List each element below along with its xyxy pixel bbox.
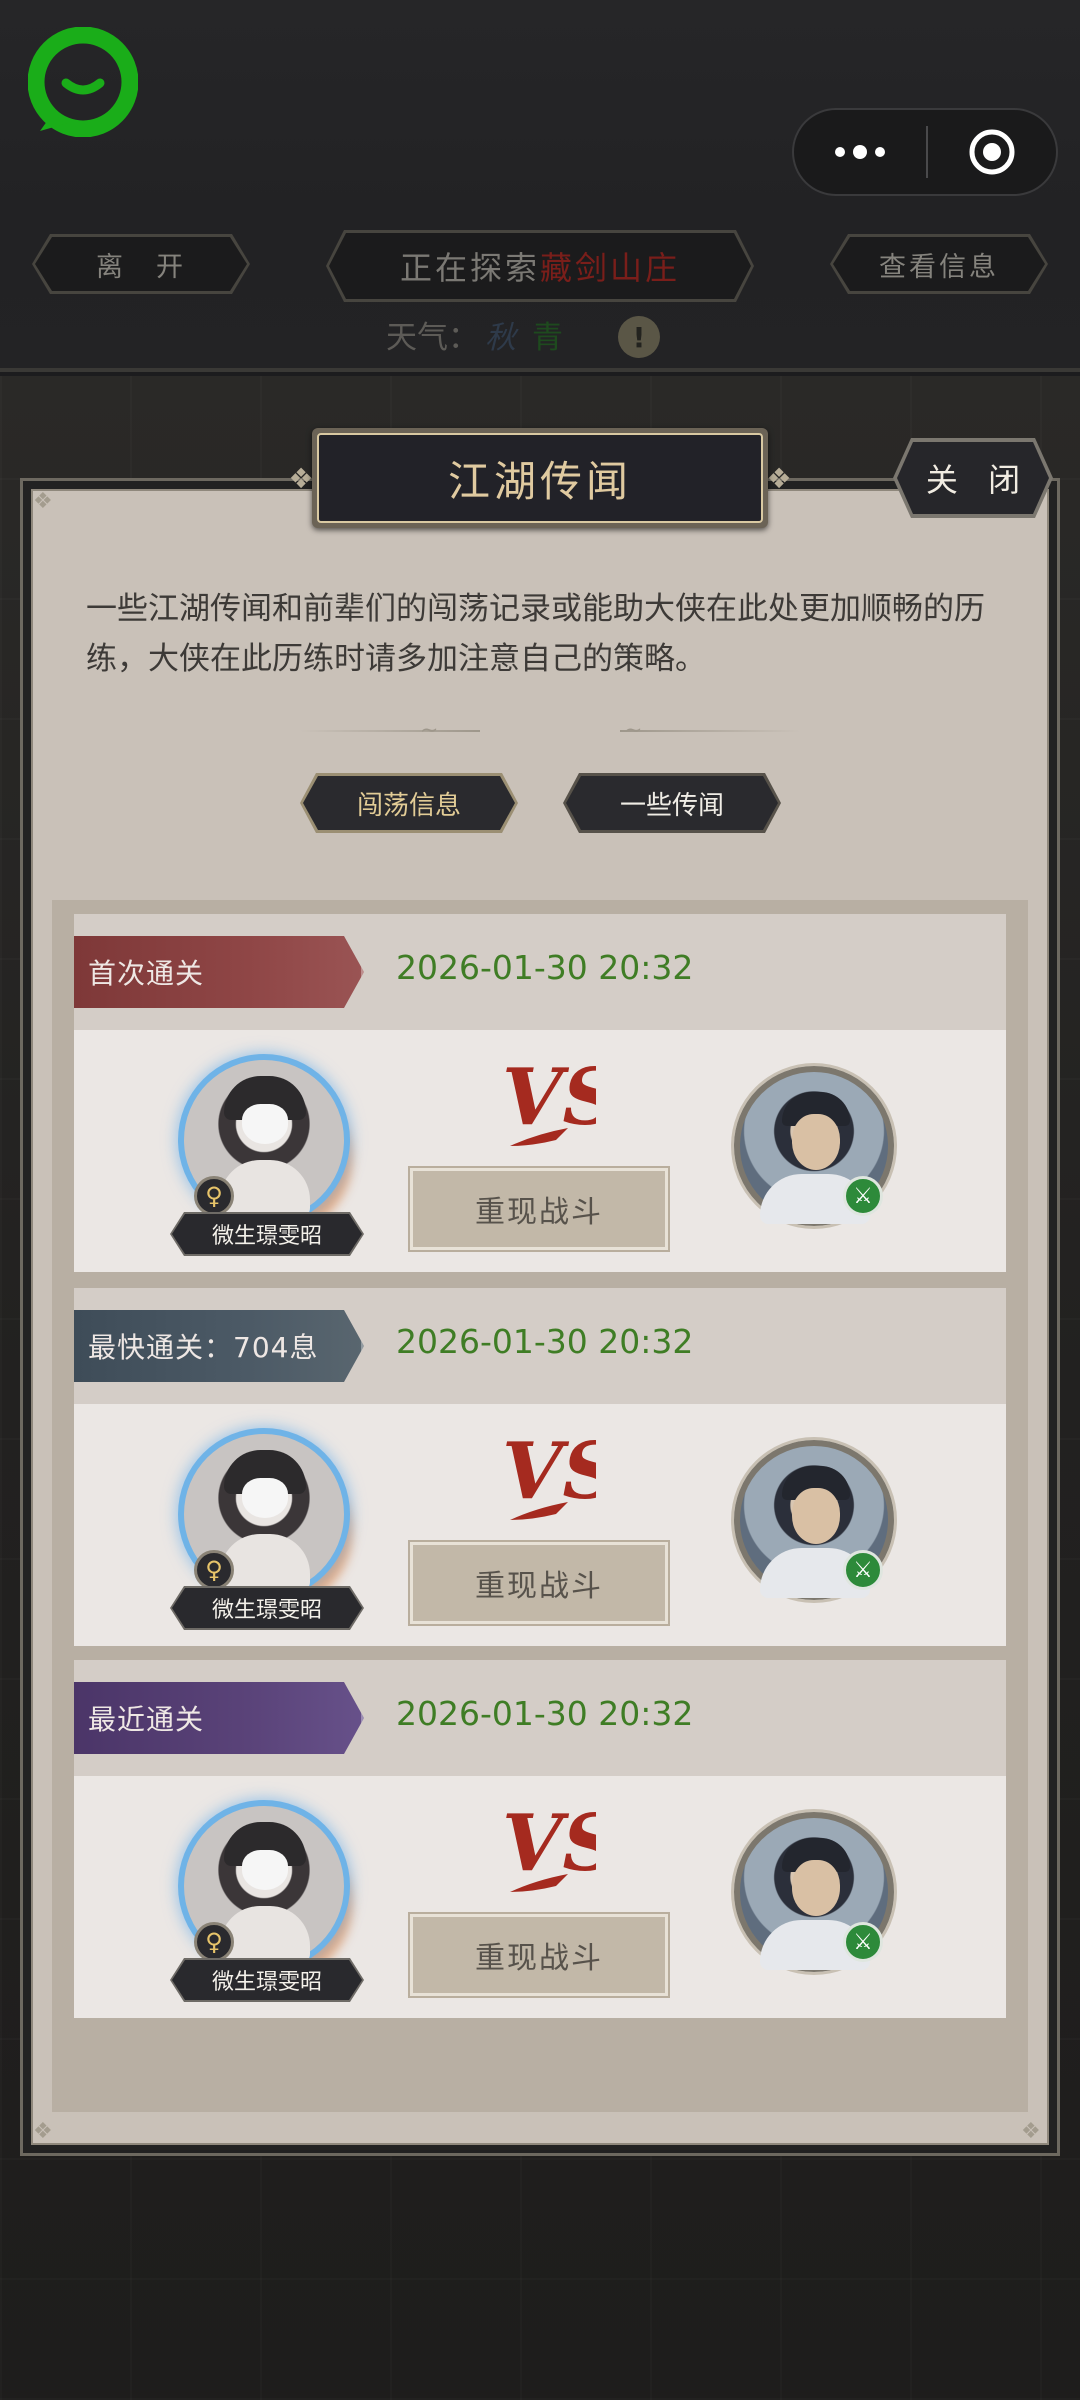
weather-value-secondary: 青 [532,320,563,356]
more-dot-icon [853,145,867,159]
weather-indicator: 天气： 秋 青 [386,312,563,357]
corner-ornament-icon: ❖ [33,2119,53,2144]
close-button-label: 关 闭 [897,442,1049,514]
vs-icon: VS [502,1426,596,1520]
player-nameplate: 微生璟雯昭 [170,1586,364,1630]
top-bar: 离 开 正在探索 藏剑山庄 查看信息 天气： 秋 青 ! [0,0,1080,372]
female-icon: ♀ [194,1176,234,1216]
title-ornament-icon: ❖ [766,462,792,495]
player-nameplate: 微生璟雯昭 [170,1958,364,2002]
record-first-clear: 首次通关 2026-01-30 20:32 ♀ 微生璟雯昭 VS 重现战斗 ⚔ [74,914,1006,1272]
close-miniprogram-button[interactable] [928,110,1056,194]
player-name: 微生璟雯昭 [172,1960,362,2000]
divider-left [300,730,480,732]
record-header: 最快通关：704息 2026-01-30 20:32 [74,1288,1006,1404]
record-body: ♀ 微生璟雯昭 VS 重现战斗 ⚔ [74,1030,1006,1272]
replay-battle-button[interactable]: 重现战斗 [408,1166,670,1252]
more-dot-icon [835,147,845,157]
record-badge: 最近通关 [74,1682,364,1754]
record-header: 最近通关 2026-01-30 20:32 [74,1660,1006,1776]
weather-value: 秋 [485,320,520,356]
miniprogram-capsule [792,108,1058,196]
warning-icon[interactable]: ! [618,316,660,358]
tab-adventure-info-label: 闯荡信息 [303,776,515,830]
player-name: 微生璟雯昭 [172,1588,362,1628]
player-nameplate: 微生璟雯昭 [170,1212,364,1256]
record-body: ♀ 微生璟雯昭 VS 重现战斗 ⚔ [74,1404,1006,1646]
leave-button[interactable]: 离 开 [32,234,250,294]
record-fastest-clear: 最快通关：704息 2026-01-30 20:32 ♀ 微生璟雯昭 VS 重现… [74,1288,1006,1646]
mask-icon [242,1850,288,1890]
dialog-description: 一些江湖传闻和前辈们的闯荡记录或能助大侠在此处更加顺畅的历练，大侠在此历练时请多… [86,591,985,677]
record-date: 2026-01-30 20:32 [396,948,694,987]
sword-icon: ⚔ [843,1176,883,1216]
weather-label: 天气： [386,320,479,356]
mask-icon [242,1478,288,1518]
tab-rumors-label: 一些传闻 [566,776,778,830]
vs-icon: VS [502,1798,596,1892]
record-header: 首次通关 2026-01-30 20:32 [74,914,1006,1030]
corner-ornament-icon: ❖ [33,489,53,514]
divider-right [620,730,800,732]
exploring-place: 藏剑山庄 [540,249,681,287]
record-date: 2026-01-30 20:32 [396,1322,694,1361]
more-menu-button[interactable] [794,110,926,194]
player-name: 微生璟雯昭 [172,1214,362,1254]
target-icon [969,129,1015,175]
more-dot-icon [875,147,885,157]
vs-text: VS [502,1798,596,1889]
divider-ornament-icon: ∼ [420,718,439,743]
record-date: 2026-01-30 20:32 [396,1694,694,1733]
tab-adventure-info[interactable]: 闯荡信息 [300,773,518,833]
record-badge: 最快通关：704息 [74,1310,364,1382]
record-badge: 首次通关 [74,936,364,1008]
exploring-prefix: 正在探索 [399,249,540,287]
vs-text: VS [502,1426,596,1517]
vs-icon: VS [502,1052,596,1146]
record-body: ♀ 微生璟雯昭 VS 重现战斗 ⚔ [74,1776,1006,2018]
corner-ornament-icon: ❖ [1021,2119,1041,2144]
dialog-title-plate: 江湖传闻 [312,428,768,528]
view-info-label: 查看信息 [833,237,1045,291]
replay-battle-button[interactable]: 重现战斗 [408,1540,670,1626]
view-info-button[interactable]: 查看信息 [830,234,1048,294]
app-logo-icon [28,27,138,137]
replay-battle-button[interactable]: 重现战斗 [408,1912,670,1998]
sword-icon: ⚔ [843,1922,883,1962]
dialog-title: 江湖传闻 [317,433,763,523]
vs-text: VS [502,1052,596,1143]
tab-rumors[interactable]: 一些传闻 [563,773,781,833]
close-button[interactable]: 关 闭 [893,438,1053,518]
sword-icon: ⚔ [843,1550,883,1590]
record-latest-clear: 最近通关 2026-01-30 20:32 ♀ 微生璟雯昭 VS 重现战斗 ⚔ [74,1660,1006,2018]
exploring-location-banner: 正在探索 藏剑山庄 [326,230,754,302]
mask-icon [242,1104,288,1144]
female-icon: ♀ [194,1550,234,1590]
leave-button-label: 离 开 [35,237,247,291]
female-icon: ♀ [194,1922,234,1962]
